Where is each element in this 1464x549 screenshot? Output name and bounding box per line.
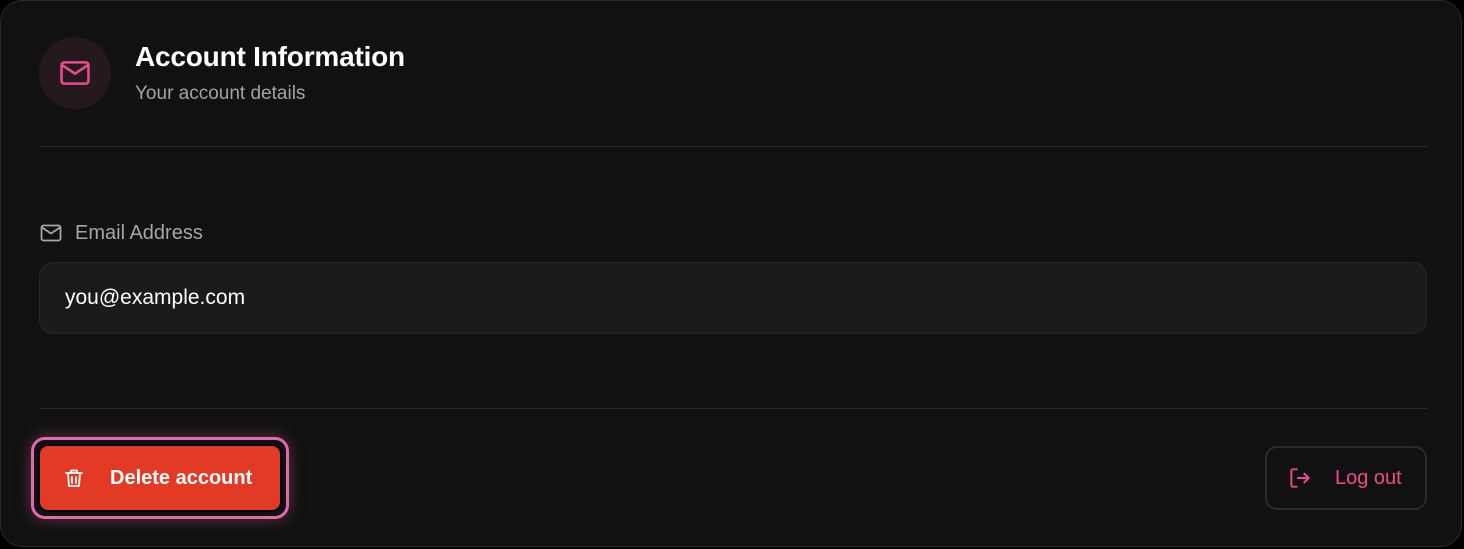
trash-icon bbox=[62, 466, 86, 490]
delete-account-label: Delete account bbox=[110, 466, 253, 489]
mail-icon bbox=[39, 221, 63, 245]
page-title: Account Information bbox=[135, 41, 405, 72]
page-subtitle: Your account details bbox=[135, 83, 306, 104]
header-icon-badge bbox=[39, 37, 111, 109]
email-label-row: Email Address bbox=[39, 221, 203, 245]
logout-icon bbox=[1287, 465, 1313, 491]
header-divider bbox=[39, 146, 1427, 147]
logout-button[interactable]: Log out bbox=[1265, 446, 1427, 510]
email-field[interactable]: you@example.com bbox=[39, 262, 1427, 334]
email-value: you@example.com bbox=[65, 286, 246, 309]
actions-divider bbox=[39, 408, 1427, 409]
logout-label: Log out bbox=[1335, 466, 1402, 489]
mail-icon bbox=[58, 56, 92, 90]
email-label: Email Address bbox=[75, 221, 203, 244]
delete-account-button[interactable]: Delete account bbox=[38, 444, 282, 512]
account-information-card: Account Information Your account details… bbox=[0, 0, 1462, 547]
